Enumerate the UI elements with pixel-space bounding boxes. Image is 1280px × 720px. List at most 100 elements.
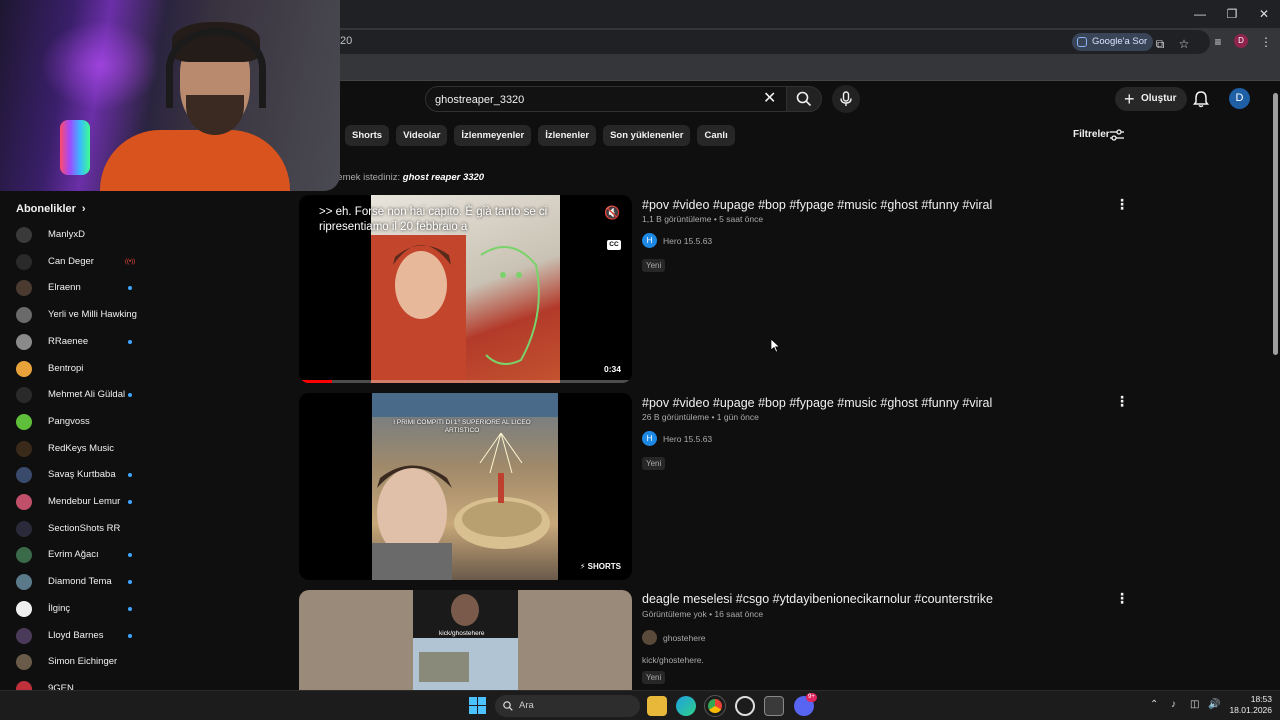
channel-avatar: [16, 333, 32, 350]
chrome-browser-icon[interactable]: [704, 695, 726, 717]
mute-icon[interactable]: 🔇: [604, 205, 622, 221]
search-button[interactable]: [786, 86, 822, 112]
subscription-name: Mehmet Ali Güldal: [48, 389, 126, 401]
address-bar[interactable]: 20 Google'a Sor ⧉ ☆: [330, 30, 1210, 54]
install-app-icon[interactable]: ⧉: [1152, 36, 1168, 52]
channel-avatar: [16, 227, 32, 243]
ask-google-button[interactable]: Google'a Sor: [1072, 33, 1154, 51]
sidebar-subscription-item[interactable]: Elraenn: [0, 275, 160, 301]
search-result[interactable]: >> eh. Forse non hai capito. È già tanto…: [299, 195, 1139, 385]
file-explorer-icon[interactable]: [647, 696, 667, 716]
sidebar-subscription-item[interactable]: Pangvoss: [0, 409, 160, 435]
notifications-bell-icon[interactable]: [1191, 89, 1211, 109]
terminal-icon[interactable]: [764, 696, 784, 716]
sidebar-subscription-item[interactable]: ManlyxD: [0, 222, 160, 248]
minimize-button[interactable]: —: [1184, 0, 1216, 28]
volume-icon[interactable]: 🔊: [1208, 699, 1220, 710]
channel-avatar: [16, 387, 32, 404]
scrollbar-thumb[interactable]: [1273, 93, 1278, 355]
app-icon[interactable]: [735, 696, 755, 716]
video-title[interactable]: #pov #video #upage #bop #fypage #music #…: [642, 198, 992, 212]
search-input[interactable]: ghostreaper_3320 ✕: [425, 86, 786, 112]
channel-avatar: [16, 520, 32, 537]
bookmark-star-icon[interactable]: ☆: [1176, 36, 1192, 52]
search-result[interactable]: I PRIMI COMPITI DI 1° SUPERIORE AL LICEO…: [299, 393, 1139, 581]
suggestion-link[interactable]: ghost reaper 3320: [403, 172, 484, 183]
microphone-tray-icon[interactable]: ♪: [1171, 699, 1176, 710]
chip-live[interactable]: Canlı: [697, 125, 735, 146]
chip-videos[interactable]: Videolar: [396, 125, 448, 146]
sidebar-subscription-item[interactable]: RRaenee: [0, 329, 160, 355]
sidebar-subscription-item[interactable]: Can Deger ((•)): [0, 249, 160, 275]
more-options-icon[interactable]: ⋮: [1115, 196, 1129, 212]
subscription-name: SectionShots RR: [48, 522, 121, 534]
sidebar-subscription-item[interactable]: Lloyd Barnes: [0, 623, 160, 649]
channel-avatar: H: [642, 233, 657, 248]
sidebar-subscription-item[interactable]: Evrim Ağacı: [0, 542, 160, 568]
sidebar-subscription-item[interactable]: RedKeys Music: [0, 436, 160, 462]
voice-search-button[interactable]: [832, 85, 860, 113]
playback-progress[interactable]: [299, 380, 632, 383]
subscription-name: Yerli ve Milli Hawking: [48, 309, 137, 321]
subscriptions-title: Abonelikler: [16, 203, 76, 215]
sidebar-subscription-item[interactable]: Savaş Kurtbaba: [0, 462, 160, 488]
captions-icon[interactable]: CC: [607, 240, 621, 250]
sidebar-subscription-item[interactable]: Mendebur Lemur: [0, 489, 160, 515]
mouse-cursor-icon: [771, 339, 781, 353]
subscription-name: Evrim Ağacı: [48, 549, 99, 561]
subscription-name: Savaş Kurtbaba: [48, 469, 116, 481]
filters-icon[interactable]: [1109, 128, 1125, 142]
channel-avatar: [16, 494, 32, 510]
page-scrollbar[interactable]: [1270, 81, 1280, 690]
channel-avatar: [16, 253, 32, 270]
sidebar-subscription-item[interactable]: 9GEN: [0, 676, 160, 691]
sidebar-subscription-item[interactable]: Bentropi: [0, 356, 160, 382]
sidebar-subscription-item[interactable]: Simon Eichinger: [0, 649, 160, 675]
chip-watched[interactable]: İzlenenler: [538, 125, 597, 146]
restore-button[interactable]: ❐: [1216, 0, 1248, 28]
video-description: kick/ghostehere.: [642, 655, 704, 665]
video-caption: >> eh. Forse non hai capito. È già tanto…: [319, 206, 548, 233]
video-title[interactable]: #pov #video #upage #bop #fypage #music #…: [642, 396, 992, 410]
video-thumbnail[interactable]: >> eh. Forse non hai capito. È già tanto…: [299, 195, 632, 383]
sidebar-subscription-item[interactable]: İlginç: [0, 596, 160, 622]
more-options-icon[interactable]: ⋮: [1115, 590, 1129, 606]
video-thumbnail[interactable]: kick/ghostehere: [299, 590, 632, 700]
thumbnail-text: kick/ghostehere: [439, 630, 485, 637]
subscription-name: RedKeys Music: [48, 442, 114, 454]
sidebar-subscription-item[interactable]: Mehmet Ali Güldal: [0, 382, 160, 408]
chip-shorts[interactable]: Shorts: [345, 125, 390, 146]
sidebar-subscription-item[interactable]: Yerli ve Milli Hawking: [0, 302, 160, 328]
tray-overflow-icon[interactable]: ⌃: [1150, 699, 1158, 710]
create-button[interactable]: + Oluştur: [1115, 87, 1187, 111]
sidebar-subscription-item[interactable]: Diamond Tema: [0, 569, 160, 595]
account-avatar[interactable]: D: [1229, 88, 1250, 109]
profile-avatar[interactable]: D: [1234, 34, 1248, 48]
taskbar-search[interactable]: Ara: [495, 695, 640, 717]
live-icon: ((•)): [125, 258, 136, 265]
browser-menu-icon[interactable]: ⋮: [1258, 34, 1274, 50]
filters-button[interactable]: Filtreler: [1073, 129, 1110, 140]
taskbar-clock[interactable]: 18:53 18.01.2026: [1228, 694, 1272, 716]
reading-list-icon[interactable]: ≡: [1210, 34, 1226, 50]
shorts-label: SHORTS: [587, 562, 621, 571]
chip-recent[interactable]: Son yüklenenler: [603, 125, 691, 146]
network-icon[interactable]: ◫: [1190, 699, 1199, 710]
channel-avatar: [16, 574, 32, 591]
sidebar-subscription-item[interactable]: SectionShots RR: [0, 516, 160, 542]
webcam-headset: [166, 28, 266, 108]
clear-search-icon[interactable]: ✕: [763, 90, 776, 108]
video-title[interactable]: deagle meselesi #csgo #ytdayibenionecika…: [642, 592, 993, 606]
edge-browser-icon[interactable]: [676, 696, 696, 716]
spelling-suggestion: demek istediniz: ghost reaper 3320: [332, 172, 484, 183]
close-window-button[interactable]: ✕: [1248, 0, 1280, 28]
search-result[interactable]: kick/ghostehere deagle meselesi #csgo #y…: [299, 590, 1139, 700]
channel-name: ghostehere: [663, 633, 706, 643]
windows-start-icon[interactable]: [469, 697, 486, 714]
video-thumbnail[interactable]: I PRIMI COMPITI DI 1° SUPERIORE AL LICEO…: [299, 393, 632, 580]
subscriptions-header[interactable]: Abonelikler ›: [16, 203, 86, 215]
new-content-dot: [128, 580, 132, 585]
more-options-icon[interactable]: ⋮: [1115, 393, 1129, 409]
chip-unwatched[interactable]: İzlenmeyenler: [454, 125, 532, 146]
video-meta: Görüntüleme yok • 16 saat önce: [642, 609, 764, 619]
